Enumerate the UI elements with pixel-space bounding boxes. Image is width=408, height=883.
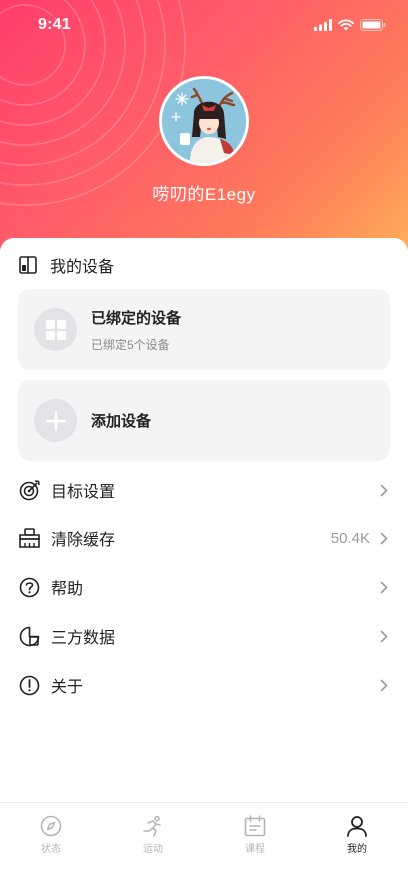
tab-label-me: 我的: [347, 844, 367, 855]
add-device-title: 添加设备: [91, 413, 152, 430]
tab-me[interactable]: 我的: [306, 803, 408, 883]
bound-devices-subtitle: 已绑定5个设备: [91, 337, 170, 352]
device-icon: [19, 256, 37, 274]
add-device-card[interactable]: 添加设备: [18, 380, 390, 461]
tab-exercise[interactable]: 运动: [102, 803, 204, 883]
menu-item-about[interactable]: 关于: [18, 665, 390, 705]
tab-courses[interactable]: 课程: [204, 803, 306, 883]
question-icon: [18, 576, 40, 598]
menu-value-cache-size: 50.4K: [330, 529, 370, 547]
runner-icon: [143, 815, 161, 837]
tab-label-courses: 课程: [245, 844, 265, 855]
broom-icon: [18, 527, 40, 549]
menu-label-clear-cache: 清除缓存: [51, 532, 116, 549]
menu-item-third-party-data[interactable]: 三方数据: [18, 616, 390, 656]
avatar-illustration: [162, 79, 246, 163]
chevron-right-icon: [380, 483, 390, 497]
chevron-right-icon: [380, 531, 390, 545]
grid-icon: [45, 319, 66, 340]
profile-header: 9:41 唠叨的E1egy: [0, 0, 408, 270]
tab-label-status: 状态: [41, 844, 61, 855]
menu-label-goal-settings: 目标设置: [51, 484, 116, 501]
plus-icon: [45, 410, 66, 431]
wifi-icon: [338, 19, 354, 31]
target-icon: [18, 479, 40, 501]
compass-icon: [40, 815, 62, 837]
chevron-right-icon: [380, 580, 390, 594]
data-share-icon: [18, 625, 40, 647]
bound-devices-card[interactable]: 已绑定的设备 已绑定5个设备: [18, 289, 390, 370]
chevron-right-icon: [380, 678, 390, 692]
my-devices-header: 我的设备: [18, 252, 114, 278]
tab-bar: 状态 运动 课程 我的: [0, 802, 408, 883]
status-time: 9:41: [38, 16, 71, 33]
tab-status[interactable]: 状态: [0, 803, 102, 883]
menu-item-goal-settings[interactable]: 目标设置: [18, 470, 390, 510]
person-icon: [347, 816, 367, 837]
menu-label-about: 关于: [51, 679, 84, 696]
chevron-right-icon: [380, 629, 390, 643]
battery-icon: [360, 19, 386, 31]
bound-devices-title: 已绑定的设备: [91, 309, 182, 327]
menu-label-third-party-data: 三方数据: [51, 630, 116, 647]
status-bar: 9:41: [0, 0, 408, 50]
cellular-signal-icon: [314, 19, 332, 31]
avatar[interactable]: [159, 76, 249, 166]
info-icon: [18, 674, 40, 696]
menu-item-clear-cache[interactable]: 清除缓存 50.4K: [18, 518, 390, 558]
status-icons: [314, 19, 386, 31]
calendar-icon: [244, 815, 266, 837]
profile-content: 我的设备 已绑定的设备 已绑定5个设备 添加设备 目标设置 清除缓存 50.4K…: [0, 238, 408, 803]
add-device-icon-circle: [34, 399, 77, 442]
menu-item-help[interactable]: 帮助: [18, 567, 390, 607]
bound-devices-icon-circle: [34, 308, 77, 351]
menu-label-help: 帮助: [51, 581, 84, 598]
my-devices-title: 我的设备: [50, 259, 115, 276]
username: 唠叨的E1egy: [152, 185, 256, 204]
tab-label-exercise: 运动: [143, 844, 163, 855]
